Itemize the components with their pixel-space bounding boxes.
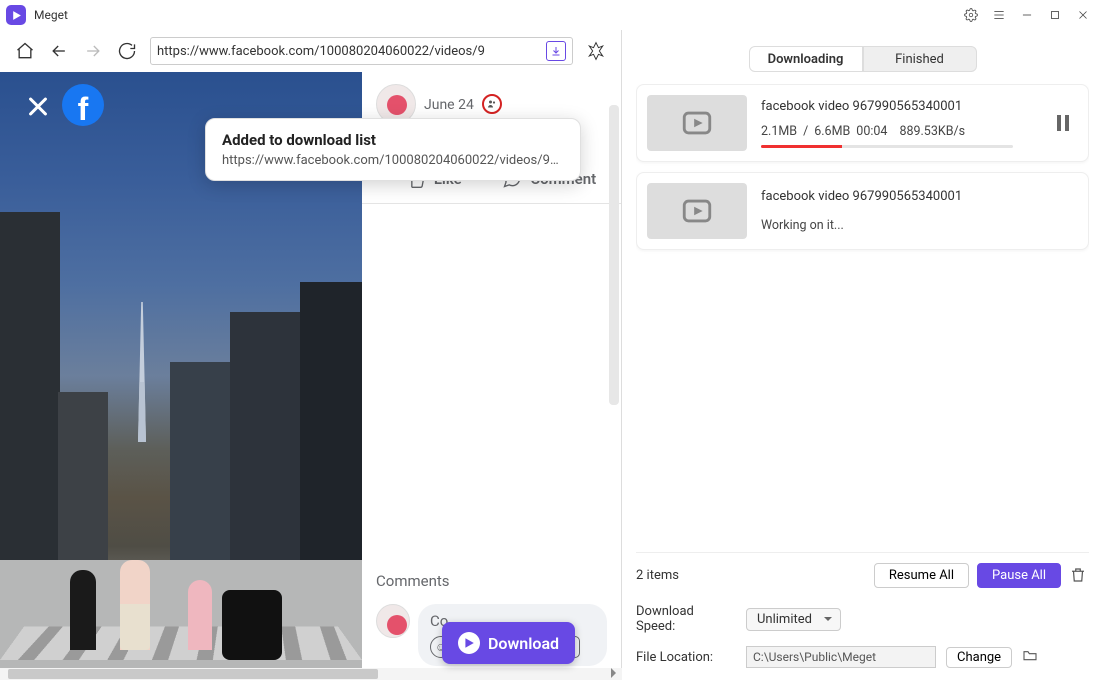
post-date: June 24 [424, 97, 474, 113]
url-bar[interactable]: https://www.facebook.com/100080204060022… [150, 37, 573, 65]
app-icon [6, 5, 26, 25]
vertical-scrollbar[interactable] [609, 105, 619, 405]
title-bar: Meget [0, 0, 1103, 30]
forward-icon[interactable] [82, 40, 104, 62]
comments-heading: Comments [376, 572, 607, 590]
download-item[interactable]: facebook video 967990565340001 2.1MB / 6… [636, 84, 1089, 162]
pause-button[interactable] [1048, 114, 1078, 132]
resume-all-button[interactable]: Resume All [874, 563, 969, 588]
folder-icon[interactable] [1022, 647, 1038, 667]
video-thumb-icon [647, 183, 747, 239]
tab-downloading[interactable]: Downloading [749, 46, 863, 72]
location-setting: File Location: C:\Users\Public\Meget Cha… [636, 640, 1089, 680]
reload-icon[interactable] [116, 40, 138, 62]
toast-url: https://www.facebook.com/100080204060022… [222, 153, 564, 168]
minimize-button[interactable] [1013, 1, 1041, 29]
download-item[interactable]: facebook video 967990565340001 Working o… [636, 172, 1089, 250]
back-icon[interactable] [48, 40, 70, 62]
menu-icon[interactable] [985, 1, 1013, 29]
download-title: facebook video 967990565340001 [761, 189, 1078, 204]
download-status: Working on it... [761, 218, 1078, 233]
download-button-label: Download [488, 634, 559, 653]
tab-finished[interactable]: Finished [863, 46, 977, 72]
close-window-button[interactable] [1069, 1, 1097, 29]
empire-state-silhouette [138, 302, 146, 442]
download-footer: 2 items Resume All Pause All [636, 552, 1089, 598]
url-text: https://www.facebook.com/100080204060022… [157, 44, 542, 59]
pin-icon[interactable] [585, 40, 607, 62]
download-list: facebook video 967990565340001 2.1MB / 6… [636, 84, 1089, 552]
settings-icon[interactable] [957, 1, 985, 29]
browser-toolbar: https://www.facebook.com/100080204060022… [0, 30, 621, 72]
location-label: File Location: [636, 650, 736, 665]
app-title: Meget [34, 8, 68, 22]
download-tabs: Downloading Finished [636, 46, 1089, 72]
browser-panel: https://www.facebook.com/100080204060022… [0, 30, 622, 680]
speed-label: Download Speed: [636, 604, 736, 634]
home-icon[interactable] [14, 40, 36, 62]
download-stats: 2.1MB / 6.6MB 00:04 889.53KB/s [761, 124, 1048, 139]
horizontal-scrollbar[interactable] [0, 668, 622, 680]
download-panel: Downloading Finished facebook video 9679… [622, 30, 1103, 680]
download-toast: Added to download list https://www.faceb… [205, 118, 581, 181]
download-pill-icon [458, 632, 480, 654]
facebook-icon[interactable]: f [62, 84, 104, 126]
video-thumb-icon [647, 95, 747, 151]
speed-select[interactable]: Unlimited [746, 608, 841, 631]
download-button[interactable]: Download [442, 622, 575, 664]
location-path[interactable]: C:\Users\Public\Meget [746, 646, 936, 668]
item-count: 2 items [636, 568, 866, 583]
toast-title: Added to download list [222, 131, 564, 149]
download-title: facebook video 967990565340001 [761, 99, 1048, 114]
delete-icon[interactable] [1069, 566, 1089, 586]
comment-avatar [376, 604, 410, 638]
maximize-button[interactable] [1041, 1, 1069, 29]
audience-icon[interactable] [482, 94, 502, 114]
url-download-icon[interactable] [546, 41, 566, 61]
change-button[interactable]: Change [946, 647, 1012, 668]
speed-setting: Download Speed: Unlimited [636, 598, 1089, 640]
close-video-button[interactable] [24, 92, 52, 120]
pause-all-button[interactable]: Pause All [977, 563, 1061, 588]
progress-bar [761, 145, 1013, 148]
